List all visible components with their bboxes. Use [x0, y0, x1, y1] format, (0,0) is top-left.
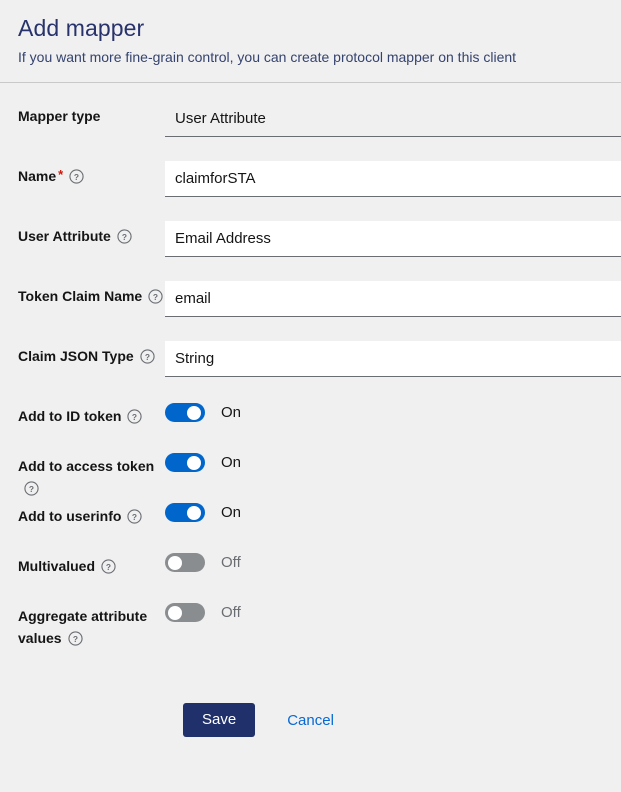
svg-text:?: ?: [132, 412, 137, 422]
help-circle-icon[interactable]: ?: [24, 481, 39, 496]
label-add-to-userinfo: Add to userinfo?: [0, 501, 165, 527]
help-circle-icon[interactable]: ?: [140, 349, 155, 364]
toggle-knob: [168, 605, 182, 620]
toggle-aggregate-attribute-values[interactable]: [165, 603, 205, 622]
help-circle-icon[interactable]: ?: [69, 169, 84, 184]
control-add-to-id-token: On: [165, 401, 621, 422]
control-claim-json-type: [165, 341, 621, 377]
svg-text:?: ?: [132, 512, 137, 522]
toggle-knob: [168, 555, 182, 570]
page-header: Add mapper If you want more fine-grain c…: [0, 0, 621, 82]
form-row-token-claim-name: Token Claim Name?: [0, 281, 621, 341]
control-name: [165, 161, 621, 197]
input-token-claim-name[interactable]: [165, 281, 621, 317]
control-add-to-userinfo: On: [165, 501, 621, 522]
input-user-attribute[interactable]: [165, 221, 621, 257]
control-user-attribute: [165, 221, 621, 257]
save-button[interactable]: Save: [183, 703, 256, 737]
form-row-add-to-id-token: Add to ID token? On: [0, 401, 621, 451]
svg-text:?: ?: [145, 352, 150, 362]
label-add-to-access-token: Add to access token?: [0, 451, 165, 499]
form-row-name: Name *?: [0, 161, 621, 221]
label-text-name: Name: [18, 168, 57, 184]
toggle-knob: [187, 455, 201, 470]
help-circle-icon[interactable]: ?: [148, 289, 163, 304]
label-text-token-claim-name: Token Claim Name: [18, 288, 143, 304]
control-aggregate-attribute-values: Off: [165, 601, 621, 622]
toggle-knob: [187, 405, 201, 420]
label-token-claim-name: Token Claim Name?: [0, 281, 165, 307]
toggle-state-add-to-access-token: On: [221, 454, 242, 471]
label-text-mapper-type: Mapper type: [18, 108, 101, 124]
help-circle-icon[interactable]: ?: [67, 631, 83, 646]
svg-text:?: ?: [74, 172, 79, 182]
form-row-user-attribute: User Attribute?: [0, 221, 621, 281]
toggle-state-add-to-userinfo: On: [221, 504, 242, 521]
form-row-add-to-access-token: Add to access token? On: [0, 451, 621, 501]
label-mapper-type: Mapper type: [0, 101, 165, 127]
toggle-add-to-access-token[interactable]: [165, 453, 205, 472]
label-name: Name *?: [0, 161, 165, 187]
label-aggregate-attribute-values: Aggregate attribute values?: [0, 601, 165, 649]
label-add-to-id-token: Add to ID token?: [0, 401, 165, 427]
input-name[interactable]: [165, 161, 621, 197]
toggle-add-to-userinfo[interactable]: [165, 503, 205, 522]
label-claim-json-type: Claim JSON Type?: [0, 341, 165, 367]
toggle-state-multivalued: Off: [221, 554, 241, 571]
control-add-to-access-token: On: [165, 451, 621, 472]
label-text-claim-json-type: Claim JSON Type: [18, 348, 134, 364]
form-row-aggregate-attribute-values: Aggregate attribute values? Off: [0, 601, 621, 651]
svg-text:?: ?: [73, 634, 78, 644]
form-row-multivalued: Multivalued? Off: [0, 551, 621, 601]
form-row-claim-json-type: Claim JSON Type?: [0, 341, 621, 401]
toggle-knob: [187, 505, 201, 520]
help-circle-icon[interactable]: ?: [127, 509, 143, 524]
svg-text:?: ?: [106, 562, 111, 572]
svg-text:?: ?: [29, 484, 34, 494]
required-indicator: *: [58, 167, 64, 182]
toggle-add-to-id-token[interactable]: [165, 403, 205, 422]
toggle-state-add-to-id-token: On: [221, 404, 242, 421]
label-text-user-attribute: User Attribute: [18, 228, 111, 244]
label-text-add-to-access-token: Add to access token: [18, 458, 155, 474]
label-text-add-to-id-token: Add to ID token: [18, 408, 122, 424]
control-mapper-type: [165, 101, 621, 137]
add-mapper-form: Mapper typeName*?User Attribute?Token Cl…: [0, 83, 621, 651]
help-circle-icon[interactable]: ?: [117, 229, 132, 244]
form-row-mapper-type: Mapper type: [0, 101, 621, 161]
help-circle-icon[interactable]: ?: [101, 559, 116, 574]
cancel-button[interactable]: Cancel: [287, 712, 334, 729]
input-claim-json-type[interactable]: [165, 341, 621, 377]
control-multivalued: Off: [165, 551, 621, 572]
label-multivalued: Multivalued?: [0, 551, 165, 577]
page-subtitle: If you want more fine-grain control, you…: [18, 49, 517, 65]
help-circle-icon[interactable]: ?: [127, 409, 143, 424]
page-title: Add mapper: [18, 15, 145, 41]
form-actions: Save Cancel: [0, 703, 621, 737]
toggle-multivalued[interactable]: [165, 553, 205, 572]
toggle-state-aggregate-attribute-values: Off: [221, 604, 241, 621]
svg-text:?: ?: [153, 292, 158, 302]
svg-text:?: ?: [122, 232, 127, 242]
label-user-attribute: User Attribute?: [0, 221, 165, 247]
form-row-add-to-userinfo: Add to userinfo? On: [0, 501, 621, 551]
control-token-claim-name: [165, 281, 621, 317]
label-text-multivalued: Multivalued: [18, 558, 96, 574]
input-mapper-type: [165, 101, 621, 137]
label-text-add-to-userinfo: Add to userinfo: [18, 508, 122, 524]
